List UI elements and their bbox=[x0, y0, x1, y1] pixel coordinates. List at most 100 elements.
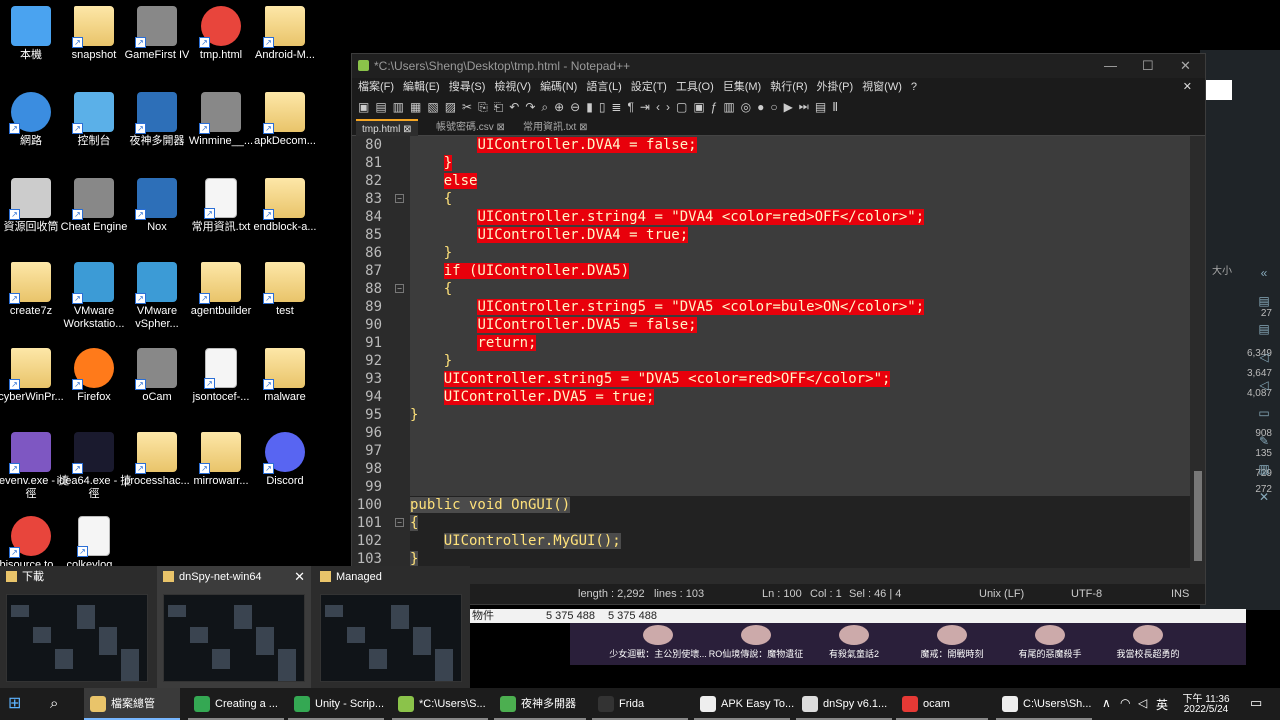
taskbar-app[interactable]: *C:\Users\S... bbox=[392, 688, 488, 720]
fold-marker-icon[interactable]: − bbox=[395, 518, 404, 527]
thumbnail-preview[interactable]: Managed bbox=[314, 566, 468, 688]
menu-item[interactable]: 編輯(E) bbox=[403, 81, 440, 93]
npp-titlebar[interactable]: *C:\Users\Sheng\Desktop\tmp.html - Notep… bbox=[352, 54, 1205, 78]
ime-indicator[interactable]: 英 bbox=[1156, 696, 1168, 713]
menu-item[interactable]: ? bbox=[911, 81, 917, 93]
game-ad-item[interactable]: 魔戒：開戰時刻 bbox=[902, 623, 1002, 660]
volume-icon[interactable]: ◁ bbox=[1248, 350, 1280, 364]
network-icon[interactable]: ◠ bbox=[1120, 696, 1130, 710]
desktop-icon[interactable]: ↗ Discord bbox=[246, 432, 324, 488]
code-area[interactable]: UIController.DVA4 = false; } else { UICo… bbox=[410, 136, 1190, 568]
game-ad-label: 有殺氣童話2 bbox=[828, 649, 879, 659]
notepadpp-window[interactable]: *C:\Users\Sheng\Desktop\tmp.html - Notep… bbox=[351, 53, 1206, 605]
menu-item[interactable]: 檔案(F) bbox=[358, 81, 394, 93]
volume-icon-2[interactable]: ◁ bbox=[1248, 378, 1280, 392]
tab-1[interactable]: 帳號密碼.csv ⊠ bbox=[430, 119, 511, 136]
collapse-icon[interactable]: « bbox=[1248, 266, 1280, 280]
game-ad-item[interactable]: RO仙境傳說：魔物遺征 bbox=[706, 623, 806, 660]
desktop-icon-label: Android-M... bbox=[255, 49, 315, 61]
desktop-icon-ij-icon: ↗ bbox=[72, 432, 114, 474]
fold-marker-icon[interactable]: − bbox=[395, 194, 404, 203]
maximize-icon[interactable]: ☐ bbox=[1142, 54, 1154, 78]
clock-time[interactable]: 下午 11:36 bbox=[1178, 690, 1234, 705]
game-thumbnail-icon bbox=[1035, 625, 1065, 645]
desktop-icon[interactable]: ↗ test bbox=[246, 262, 324, 318]
search-icon[interactable]: ⌕ bbox=[50, 688, 72, 720]
menu-item[interactable]: 巨集(M) bbox=[723, 81, 762, 93]
desktop-icon[interactable]: ↗ Android-M... bbox=[246, 6, 324, 62]
taskbar-app[interactable]: 夜神多開器 bbox=[494, 688, 586, 720]
code-line: { bbox=[410, 280, 1190, 298]
start-icon[interactable]: ⊞ bbox=[8, 688, 32, 720]
code-text: { bbox=[443, 191, 453, 207]
tab-0[interactable]: tmp.html ⊠ bbox=[356, 119, 418, 136]
thumbnail-close-icon[interactable]: ✕ bbox=[294, 566, 305, 588]
toolbar-icons[interactable]: ▣▤▥▦▧▨✂⎘⎗↶↷⌕⊕⊖▮▯≣¶⇥‹›▢▣ƒ▥◎●○▶⏭▤Ⅱ bbox=[358, 100, 844, 114]
menu-item[interactable]: 外掛(P) bbox=[817, 81, 854, 93]
thumbnail-preview[interactable]: 下載 bbox=[0, 566, 154, 688]
fold-marker-icon[interactable]: − bbox=[395, 284, 404, 293]
thumbnail-preview[interactable]: dnSpy-net-win64 ✕ bbox=[157, 566, 311, 688]
game-ad-item[interactable]: 有尾的惡魔殺手 bbox=[1000, 623, 1100, 660]
cross-icon[interactable]: ✕ bbox=[1248, 490, 1280, 504]
taskbar-app-icon bbox=[500, 696, 516, 713]
menu-item[interactable]: 檢視(V) bbox=[494, 81, 531, 93]
close-doc-icon[interactable]: ✕ bbox=[1183, 78, 1192, 96]
notification-icon[interactable]: ▭ bbox=[1250, 695, 1262, 711]
tray-chevron-icon[interactable]: ∧ bbox=[1102, 696, 1111, 710]
file-info-strip: 物件 5 375 488 5 375 488 bbox=[470, 609, 1246, 623]
panel-icon-2[interactable]: ▤ bbox=[1248, 322, 1280, 336]
tab-close-icon[interactable]: ⊠ bbox=[494, 122, 505, 133]
taskbar-app[interactable]: ocam bbox=[896, 688, 988, 720]
taskbar-app-label: C:\Users\Sh... bbox=[1023, 698, 1092, 710]
tab-2[interactable]: 常用資訊.txt ⊠ bbox=[517, 119, 594, 136]
game-ad-item[interactable]: 少女迴戰：主公別使壞... bbox=[608, 623, 708, 660]
folder-icon bbox=[320, 571, 331, 582]
taskbar-app[interactable]: Frida bbox=[592, 688, 688, 720]
desktop-icon[interactable]: ↗ endblock-a... bbox=[246, 178, 324, 234]
speaker-icon[interactable]: ◁ bbox=[1138, 696, 1147, 710]
taskbar-app-label: ocam bbox=[923, 698, 950, 710]
menu-item[interactable]: 工具(O) bbox=[676, 81, 714, 93]
desktop-icon-app-icon: ↗ bbox=[72, 178, 114, 220]
menu-item[interactable]: 設定(T) bbox=[631, 81, 667, 93]
menu-item[interactable]: 執行(R) bbox=[770, 81, 807, 93]
vertical-scrollbar[interactable] bbox=[1191, 136, 1205, 568]
minimize-icon[interactable]: — bbox=[1104, 54, 1117, 78]
taskbar-app[interactable]: 檔案總管 bbox=[84, 688, 180, 720]
clock-date[interactable]: 2022/5/24 bbox=[1178, 704, 1234, 715]
taskbar-app[interactable]: APK Easy To... bbox=[694, 688, 794, 720]
tab-label: tmp.html bbox=[362, 124, 401, 135]
code-text: else bbox=[443, 173, 478, 189]
panel-icon-1[interactable]: ▤ bbox=[1248, 294, 1280, 308]
game-ad-label: RO仙境傳說：魔物遺征 bbox=[708, 649, 804, 659]
tab-close-icon[interactable]: ⊠ bbox=[400, 124, 411, 135]
menu-item[interactable]: 語言(L) bbox=[586, 81, 621, 93]
panel-icon-4[interactable]: ✎ bbox=[1248, 434, 1280, 448]
desktop-icon[interactable]: ↗ malware bbox=[246, 348, 324, 404]
taskbar-app-label: 夜神多開器 bbox=[521, 698, 576, 710]
game-ad-item[interactable]: 有殺氣童話2 bbox=[804, 623, 904, 660]
code-text: UIController.DVA4 = true; bbox=[477, 227, 689, 243]
taskbar-app[interactable]: Creating a ... bbox=[188, 688, 284, 720]
game-ad-item[interactable]: 我當校長超勇的 bbox=[1098, 623, 1198, 660]
taskbar-app[interactable]: C:\Users\Sh... bbox=[996, 688, 1092, 720]
taskbar-app[interactable]: dnSpy v6.1... bbox=[796, 688, 892, 720]
taskbar-app[interactable]: Unity - Scrip... bbox=[288, 688, 384, 720]
menu-item[interactable]: 搜尋(S) bbox=[449, 81, 486, 93]
code-editor[interactable]: 80 81 82 83 84 85 86 87 88 89 90 91 92 93 94 95 96 97 98 99… bbox=[352, 136, 1205, 568]
scrollbar-thumb[interactable] bbox=[1194, 471, 1202, 561]
thumbnail-label: dnSpy-net-win64 bbox=[179, 571, 262, 583]
code-text: public void OnGUI() bbox=[410, 497, 571, 513]
taskbar-app-label: Unity - Scrip... bbox=[315, 698, 385, 710]
panel-icon-3[interactable]: ▭ bbox=[1248, 406, 1280, 420]
tab-close-icon[interactable]: ⊠ bbox=[576, 122, 587, 133]
desktop-icon[interactable]: ↗ colkeylog... bbox=[55, 516, 133, 572]
close-icon[interactable]: ✕ bbox=[1180, 54, 1191, 78]
desktop-icon-app-icon: ↗ bbox=[199, 92, 241, 134]
desktop-icon[interactable]: ↗ apkDecom... bbox=[246, 92, 324, 148]
panel-icon-5[interactable]: ▥ bbox=[1248, 462, 1280, 476]
menu-item[interactable]: 編碼(N) bbox=[540, 81, 577, 93]
taskbar-thumbnail-previews: 下載 dnSpy-net-win64 ✕ Managed bbox=[0, 566, 470, 688]
menu-item[interactable]: 視窗(W) bbox=[862, 81, 902, 93]
